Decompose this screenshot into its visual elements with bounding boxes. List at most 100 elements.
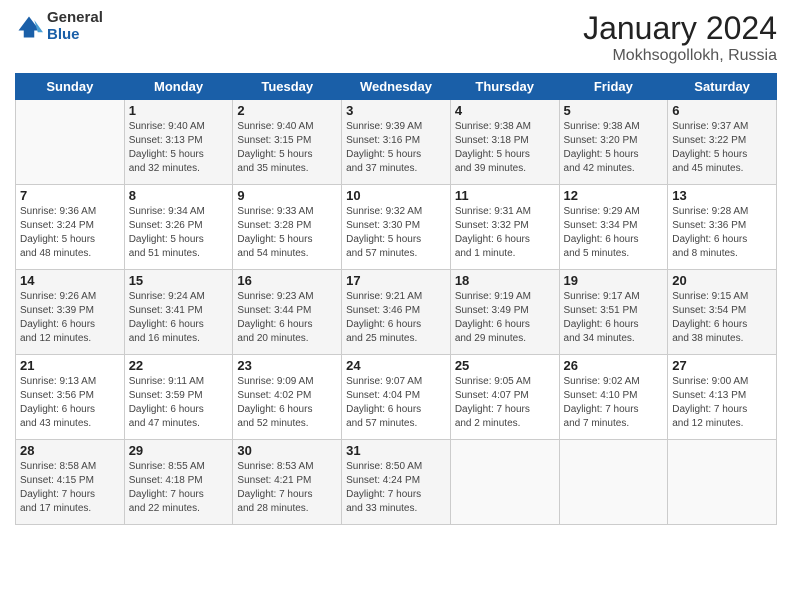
cell-day-number: 4 bbox=[455, 103, 555, 118]
cell-day-number: 5 bbox=[564, 103, 664, 118]
logo-blue-text: Blue bbox=[47, 27, 103, 44]
days-header-row: SundayMondayTuesdayWednesdayThursdayFrid… bbox=[16, 74, 777, 100]
cell-day-number: 2 bbox=[237, 103, 337, 118]
calendar-cell: 8Sunrise: 9:34 AM Sunset: 3:26 PM Daylig… bbox=[124, 185, 233, 270]
calendar-cell: 30 Sunrise: 8:53 AM Sunset: 4:21 PM Dayli… bbox=[233, 440, 342, 525]
cell-info: Sunrise: 9:38 AM Sunset: 3:18 PM Dayligh… bbox=[455, 120, 555, 176]
cell-day-number: 12 bbox=[564, 188, 664, 203]
cell-day-number: 29 bbox=[129, 443, 229, 458]
cell-day-number: 26 bbox=[564, 358, 664, 373]
calendar-cell: 19 Sunrise: 9:17 AM Sunset: 3:51 PM Dayli… bbox=[559, 270, 668, 355]
cell-day-number: 23 bbox=[237, 358, 337, 373]
cell-info: Sunrise: 9:40 AM Sunset: 3:15 PM Dayligh… bbox=[237, 120, 337, 176]
calendar-week-3: 14 Sunrise: 9:26 AM Sunset: 3:39 PM Dayli… bbox=[16, 270, 777, 355]
header: General Blue January 2024 Mokhsogollokh,… bbox=[15, 10, 777, 65]
cell-day-number: 3 bbox=[346, 103, 446, 118]
calendar-cell: 3 Sunrise: 9:39 AM Sunset: 3:16 PM Daylig… bbox=[342, 100, 451, 185]
cell-info: Sunrise: 9:39 AM Sunset: 3:16 PM Dayligh… bbox=[346, 120, 446, 176]
calendar-cell: 11 Sunrise: 9:31 AM Sunset: 3:32 PM Dayli… bbox=[450, 185, 559, 270]
calendar-cell: 27Sunrise: 9:00 AM Sunset: 4:13 PM Dayli… bbox=[668, 355, 777, 440]
calendar-week-2: 7 Sunrise: 9:36 AM Sunset: 3:24 PM Daylig… bbox=[16, 185, 777, 270]
day-of-week-friday: Friday bbox=[559, 74, 668, 100]
calendar-week-1: 1Sunrise: 9:40 AM Sunset: 3:13 PM Daylig… bbox=[16, 100, 777, 185]
cell-day-number: 25 bbox=[455, 358, 555, 373]
cell-day-number: 24 bbox=[346, 358, 446, 373]
cell-info: Sunrise: 9:40 AM Sunset: 3:13 PM Dayligh… bbox=[129, 120, 229, 176]
calendar-cell: 9 Sunrise: 9:33 AM Sunset: 3:28 PM Daylig… bbox=[233, 185, 342, 270]
logo-icon bbox=[15, 13, 43, 41]
cell-day-number: 31 bbox=[346, 443, 446, 458]
cell-day-number: 15 bbox=[129, 273, 229, 288]
cell-info: Sunrise: 9:00 AM Sunset: 4:13 PM Dayligh… bbox=[672, 375, 772, 431]
calendar-cell: 15 Sunrise: 9:24 AM Sunset: 3:41 PM Dayli… bbox=[124, 270, 233, 355]
cell-day-number: 10 bbox=[346, 188, 446, 203]
cell-info: Sunrise: 9:19 AM Sunset: 3:49 PM Dayligh… bbox=[455, 290, 555, 346]
day-of-week-sunday: Sunday bbox=[16, 74, 125, 100]
cell-day-number: 7 bbox=[20, 188, 120, 203]
calendar-cell bbox=[450, 440, 559, 525]
calendar-cell: 13Sunrise: 9:28 AM Sunset: 3:36 PM Dayli… bbox=[668, 185, 777, 270]
day-of-week-saturday: Saturday bbox=[668, 74, 777, 100]
calendar-cell: 26 Sunrise: 9:02 AM Sunset: 4:10 PM Dayli… bbox=[559, 355, 668, 440]
cell-day-number: 8 bbox=[129, 188, 229, 203]
cell-day-number: 20 bbox=[672, 273, 772, 288]
cell-info: Sunrise: 9:24 AM Sunset: 3:41 PM Dayligh… bbox=[129, 290, 229, 346]
calendar-cell: 1Sunrise: 9:40 AM Sunset: 3:13 PM Daylig… bbox=[124, 100, 233, 185]
cell-info: Sunrise: 9:38 AM Sunset: 3:20 PM Dayligh… bbox=[564, 120, 664, 176]
calendar-cell: 4 Sunrise: 9:38 AM Sunset: 3:18 PM Daylig… bbox=[450, 100, 559, 185]
page: General Blue January 2024 Mokhsogollokh,… bbox=[0, 0, 792, 612]
cell-info: Sunrise: 9:09 AM Sunset: 4:02 PM Dayligh… bbox=[237, 375, 337, 431]
calendar-cell: 20 Sunrise: 9:15 AM Sunset: 3:54 PM Dayli… bbox=[668, 270, 777, 355]
cell-day-number: 17 bbox=[346, 273, 446, 288]
calendar-cell: 31Sunrise: 8:50 AM Sunset: 4:24 PM Dayli… bbox=[342, 440, 451, 525]
cell-day-number: 9 bbox=[237, 188, 337, 203]
cell-info: Sunrise: 9:11 AM Sunset: 3:59 PM Dayligh… bbox=[129, 375, 229, 431]
day-of-week-tuesday: Tuesday bbox=[233, 74, 342, 100]
cell-info: Sunrise: 9:21 AM Sunset: 3:46 PM Dayligh… bbox=[346, 290, 446, 346]
cell-info: Sunrise: 9:26 AM Sunset: 3:39 PM Dayligh… bbox=[20, 290, 120, 346]
logo-general-text: General bbox=[47, 10, 103, 27]
day-of-week-thursday: Thursday bbox=[450, 74, 559, 100]
day-of-week-monday: Monday bbox=[124, 74, 233, 100]
calendar-cell: 10 Sunrise: 9:32 AM Sunset: 3:30 PM Dayli… bbox=[342, 185, 451, 270]
location-title: Mokhsogollokh, Russia bbox=[583, 47, 777, 65]
cell-info: Sunrise: 9:33 AM Sunset: 3:28 PM Dayligh… bbox=[237, 205, 337, 261]
calendar-week-4: 21Sunrise: 9:13 AM Sunset: 3:56 PM Dayli… bbox=[16, 355, 777, 440]
calendar-cell: 28Sunrise: 8:58 AM Sunset: 4:15 PM Dayli… bbox=[16, 440, 125, 525]
calendar-cell: 29 Sunrise: 8:55 AM Sunset: 4:18 PM Dayli… bbox=[124, 440, 233, 525]
calendar-body: 1Sunrise: 9:40 AM Sunset: 3:13 PM Daylig… bbox=[16, 100, 777, 525]
cell-info: Sunrise: 8:55 AM Sunset: 4:18 PM Dayligh… bbox=[129, 460, 229, 516]
calendar-cell: 23 Sunrise: 9:09 AM Sunset: 4:02 PM Dayli… bbox=[233, 355, 342, 440]
cell-info: Sunrise: 9:29 AM Sunset: 3:34 PM Dayligh… bbox=[564, 205, 664, 261]
calendar-cell: 22Sunrise: 9:11 AM Sunset: 3:59 PM Dayli… bbox=[124, 355, 233, 440]
calendar-cell: 16 Sunrise: 9:23 AM Sunset: 3:44 PM Dayli… bbox=[233, 270, 342, 355]
cell-info: Sunrise: 8:53 AM Sunset: 4:21 PM Dayligh… bbox=[237, 460, 337, 516]
cell-info: Sunrise: 9:05 AM Sunset: 4:07 PM Dayligh… bbox=[455, 375, 555, 431]
cell-info: Sunrise: 9:31 AM Sunset: 3:32 PM Dayligh… bbox=[455, 205, 555, 261]
cell-day-number: 13 bbox=[672, 188, 772, 203]
cell-day-number: 21 bbox=[20, 358, 120, 373]
calendar-cell: 12 Sunrise: 9:29 AM Sunset: 3:34 PM Dayli… bbox=[559, 185, 668, 270]
cell-day-number: 18 bbox=[455, 273, 555, 288]
cell-info: Sunrise: 9:23 AM Sunset: 3:44 PM Dayligh… bbox=[237, 290, 337, 346]
cell-info: Sunrise: 9:32 AM Sunset: 3:30 PM Dayligh… bbox=[346, 205, 446, 261]
calendar-cell bbox=[559, 440, 668, 525]
cell-day-number: 11 bbox=[455, 188, 555, 203]
cell-day-number: 30 bbox=[237, 443, 337, 458]
cell-day-number: 19 bbox=[564, 273, 664, 288]
cell-info: Sunrise: 9:36 AM Sunset: 3:24 PM Dayligh… bbox=[20, 205, 120, 261]
cell-info: Sunrise: 9:07 AM Sunset: 4:04 PM Dayligh… bbox=[346, 375, 446, 431]
cell-info: Sunrise: 9:17 AM Sunset: 3:51 PM Dayligh… bbox=[564, 290, 664, 346]
cell-day-number: 28 bbox=[20, 443, 120, 458]
cell-day-number: 16 bbox=[237, 273, 337, 288]
cell-info: Sunrise: 9:37 AM Sunset: 3:22 PM Dayligh… bbox=[672, 120, 772, 176]
calendar-cell bbox=[16, 100, 125, 185]
cell-info: Sunrise: 9:02 AM Sunset: 4:10 PM Dayligh… bbox=[564, 375, 664, 431]
cell-info: Sunrise: 9:15 AM Sunset: 3:54 PM Dayligh… bbox=[672, 290, 772, 346]
calendar-cell: 6Sunrise: 9:37 AM Sunset: 3:22 PM Daylig… bbox=[668, 100, 777, 185]
calendar-cell: 7 Sunrise: 9:36 AM Sunset: 3:24 PM Daylig… bbox=[16, 185, 125, 270]
cell-day-number: 14 bbox=[20, 273, 120, 288]
logo-text: General Blue bbox=[47, 10, 103, 43]
calendar-header: SundayMondayTuesdayWednesdayThursdayFrid… bbox=[16, 74, 777, 100]
day-of-week-wednesday: Wednesday bbox=[342, 74, 451, 100]
